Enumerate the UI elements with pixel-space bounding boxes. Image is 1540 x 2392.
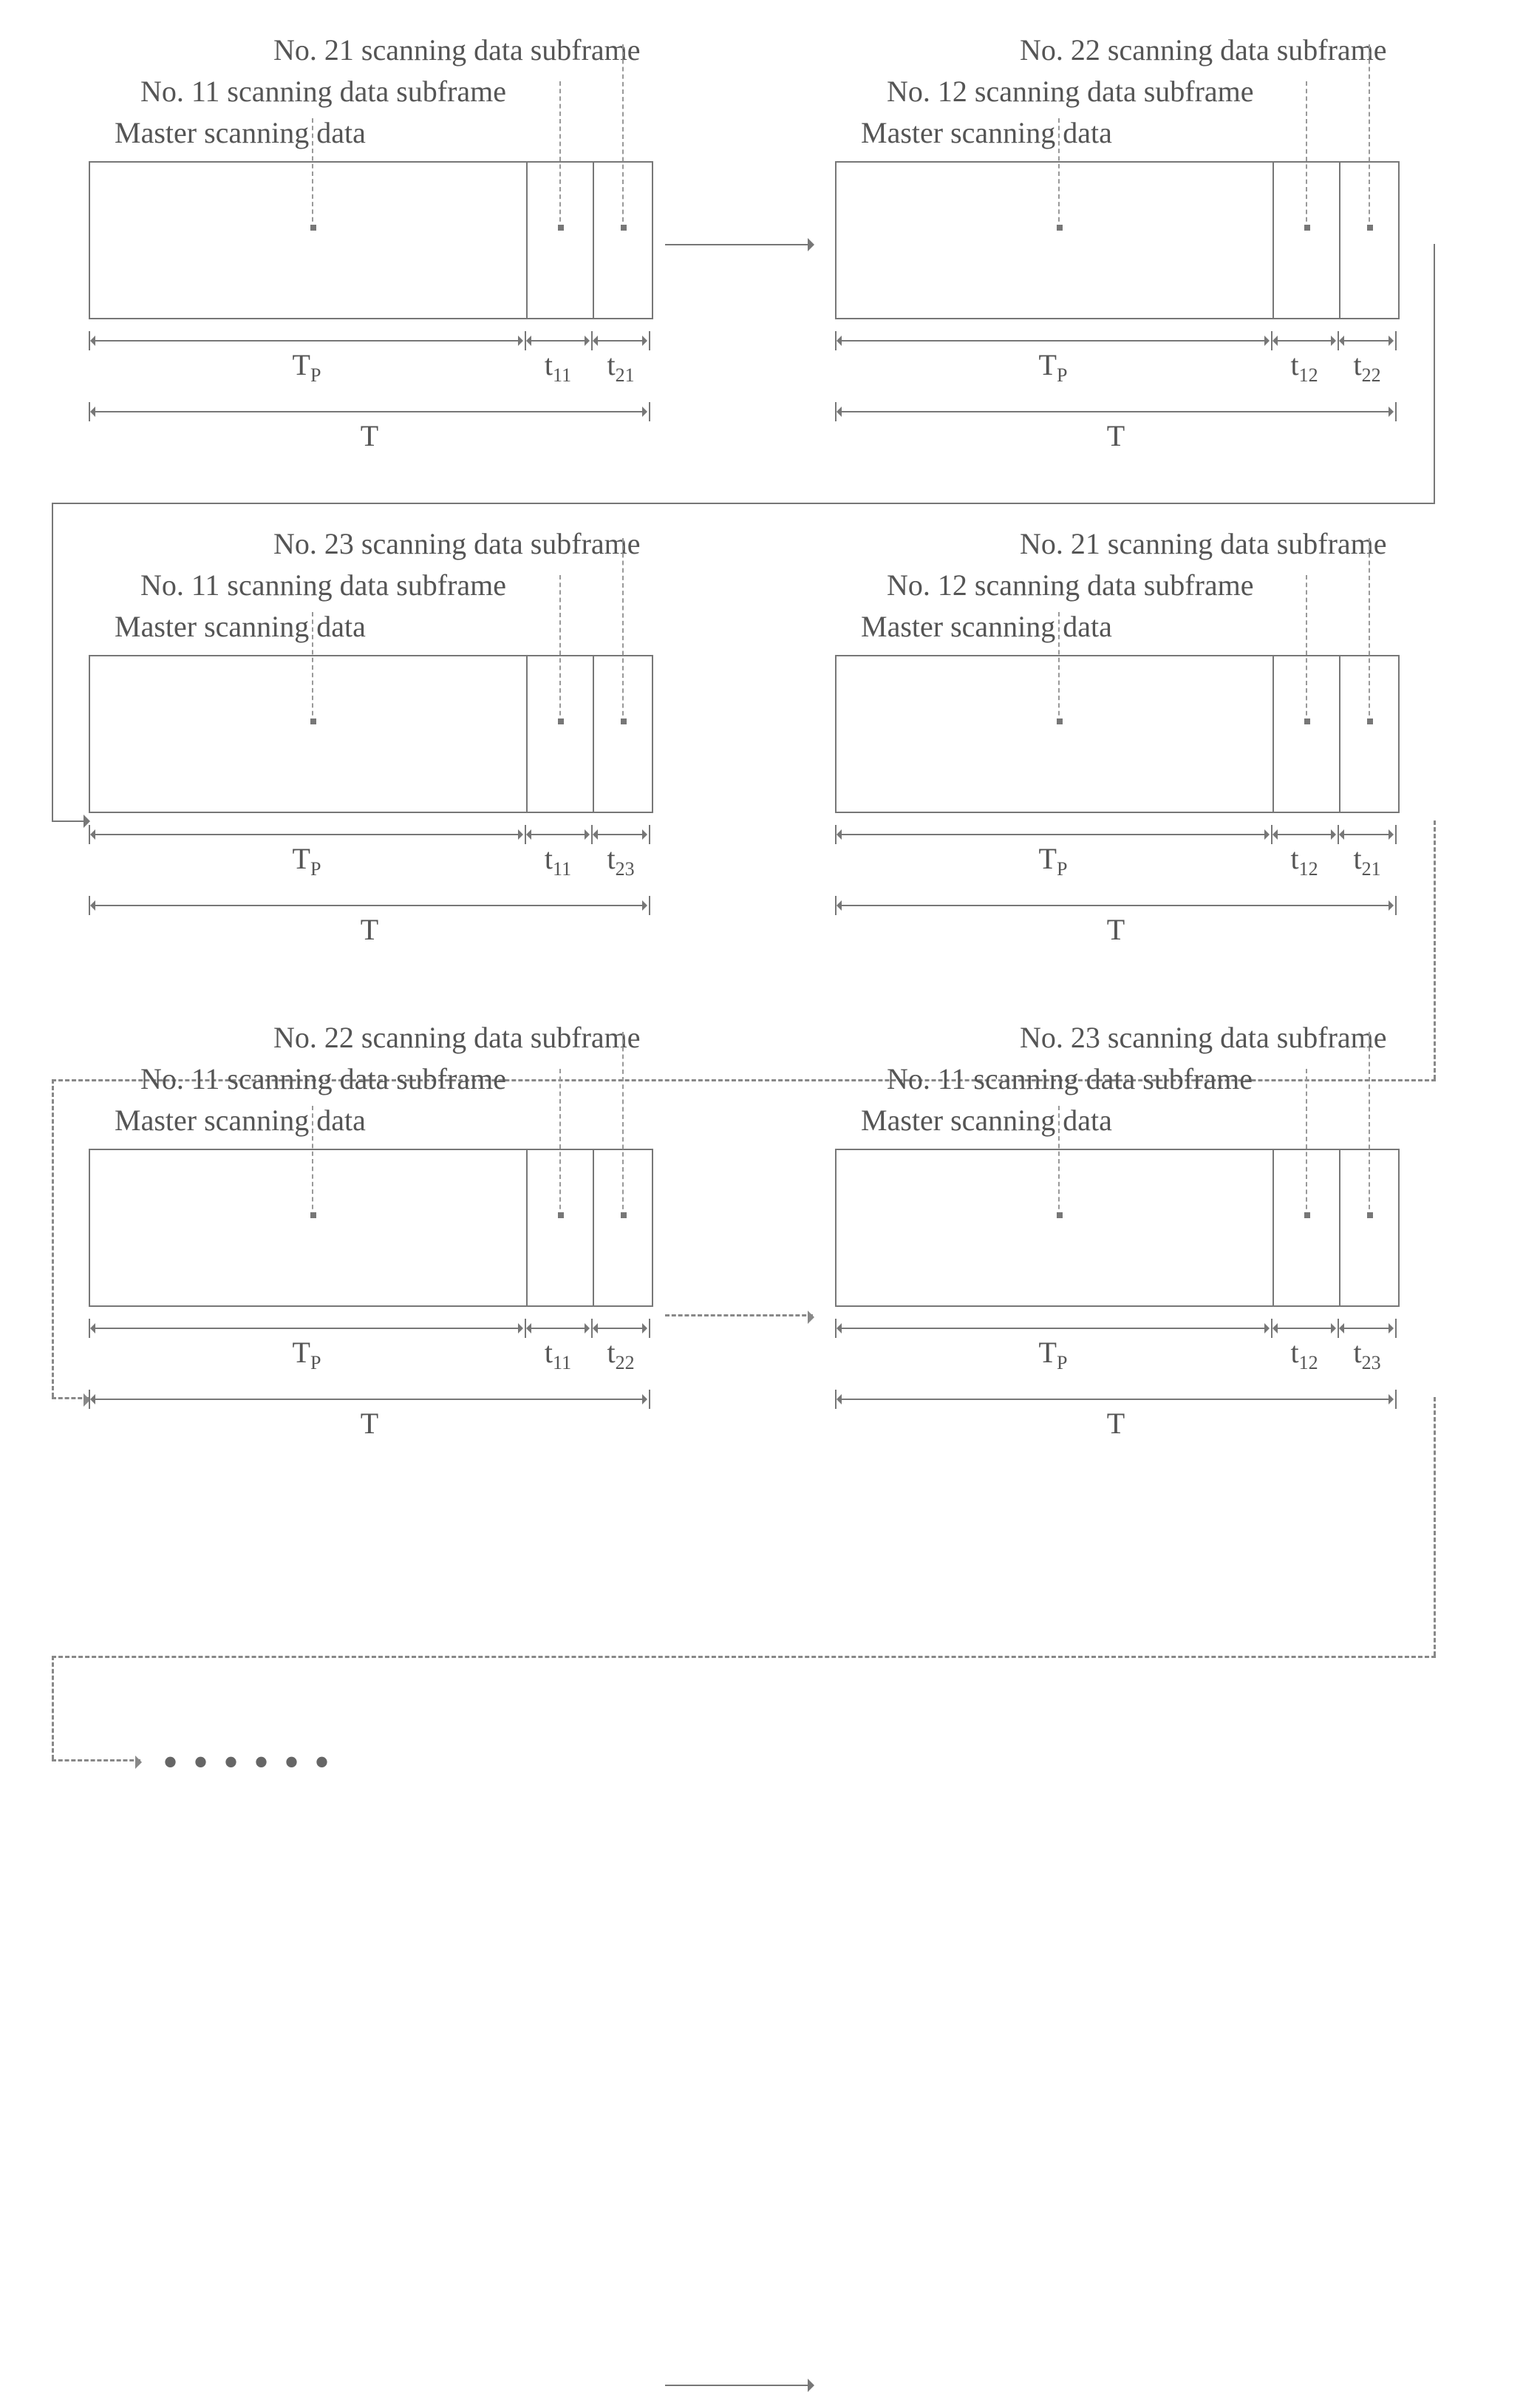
label-mid: No. 12 scanning data subframe bbox=[835, 565, 1485, 606]
arrow-1-2 bbox=[665, 244, 813, 245]
connector bbox=[52, 503, 1435, 504]
label-top: No. 22 scanning data subframe bbox=[89, 1017, 739, 1059]
row-3: No. 22 scanning data subframe No. 11 sca… bbox=[30, 1017, 1507, 1422]
arrow-5-6 bbox=[665, 2385, 813, 2386]
label-mid: No. 11 scanning data subframe bbox=[835, 1059, 1485, 1100]
frame-block-3: No. 23 scanning data subframe No. 11 sca… bbox=[89, 523, 739, 928]
label-top: No. 21 scanning data subframe bbox=[835, 523, 1485, 565]
label-mid: No. 11 scanning data subframe bbox=[89, 1059, 739, 1100]
frame-box bbox=[89, 161, 653, 319]
frame-box bbox=[835, 655, 1400, 813]
label-top: No. 22 scanning data subframe bbox=[835, 30, 1485, 71]
connector bbox=[1434, 244, 1435, 503]
frame-block-4: No. 21 scanning data subframe No. 12 sca… bbox=[835, 523, 1485, 928]
connector-arrow bbox=[52, 1759, 140, 1763]
label-master: Master scanning data bbox=[835, 112, 1485, 154]
label-top: No. 23 scanning data subframe bbox=[835, 1017, 1485, 1059]
label-master: Master scanning data bbox=[89, 606, 739, 648]
label-master: Master scanning data bbox=[89, 112, 739, 154]
label-master: Master scanning data bbox=[89, 1100, 739, 1141]
label-mid: No. 12 scanning data subframe bbox=[835, 71, 1485, 112]
row-2: No. 23 scanning data subframe No. 11 sca… bbox=[30, 523, 1507, 928]
frame-block-1: No. 21 scanning data subframe No. 11 sca… bbox=[89, 30, 739, 435]
frame-box bbox=[835, 1149, 1400, 1307]
label-mid: No. 11 scanning data subframe bbox=[89, 71, 739, 112]
label-master: Master scanning data bbox=[835, 1100, 1485, 1141]
label-mid: No. 11 scanning data subframe bbox=[89, 565, 739, 606]
label-top: No. 21 scanning data subframe bbox=[89, 30, 739, 71]
frame-block-5: No. 22 scanning data subframe No. 11 sca… bbox=[89, 1017, 739, 1422]
frame-block-6: No. 23 scanning data subframe No. 11 sca… bbox=[835, 1017, 1485, 1422]
frame-box bbox=[89, 655, 653, 813]
connector bbox=[52, 1656, 1436, 1659]
label-top: No. 23 scanning data subframe bbox=[89, 523, 739, 565]
diagram: No. 21 scanning data subframe No. 11 sca… bbox=[30, 30, 1507, 1422]
connector bbox=[1434, 1397, 1437, 1656]
connector bbox=[52, 1656, 55, 1759]
row-1: No. 21 scanning data subframe No. 11 sca… bbox=[30, 30, 1507, 435]
label-master: Master scanning data bbox=[835, 606, 1485, 648]
frame-box bbox=[835, 161, 1400, 319]
frame-box bbox=[89, 1149, 653, 1307]
ellipsis-icon: •••••• bbox=[163, 1737, 344, 1788]
frame-block-2: No. 22 scanning data subframe No. 12 sca… bbox=[835, 30, 1485, 435]
